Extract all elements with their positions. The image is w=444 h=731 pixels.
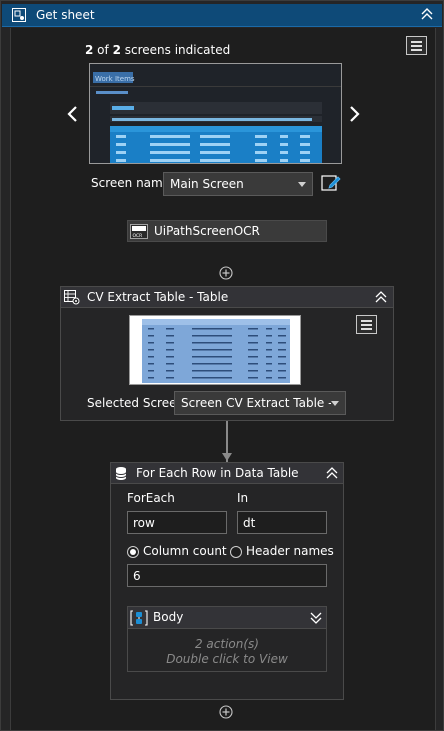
sequence-icon (130, 610, 148, 626)
column-count-input[interactable]: 6 (127, 564, 327, 587)
chevron-right-icon[interactable] (347, 105, 361, 123)
window-title: Get sheet (36, 8, 95, 22)
hamburger-menu-icon[interactable] (406, 36, 427, 55)
for-each-row-title: For Each Row in Data Table (136, 466, 299, 480)
database-icon (115, 467, 127, 480)
double-chevron-down-icon[interactable] (310, 612, 322, 624)
double-chevron-up-icon[interactable] (326, 467, 338, 479)
double-chevron-up-icon[interactable] (375, 291, 387, 303)
selected-screen-label: Selected Screen (87, 396, 185, 410)
screen-name-value: Main Screen (170, 177, 244, 191)
title-bar[interactable]: Get sheet (2, 4, 442, 27)
body-view-hint: Double click to View (166, 652, 288, 666)
screen-name-dropdown[interactable]: Main Screen (163, 172, 313, 196)
selected-screen-dropdown[interactable]: Screen CV Extract Table - Table (174, 391, 346, 415)
ocr-icon: OCR (130, 224, 148, 239)
in-label: In (237, 491, 249, 505)
cv-table-preview-thumbnail[interactable] (129, 315, 301, 385)
selected-screen-value: Screen CV Extract Table - Table (181, 396, 331, 410)
preview-title: Work Items (95, 75, 135, 83)
flow-arrow-icon (222, 453, 232, 461)
cv-table-icon (64, 290, 80, 305)
workflow-designer: Get sheet 2 of 2 screens indicated Work … (0, 0, 444, 731)
cv-extract-table-title: CV Extract Table - Table (87, 290, 229, 304)
screen-count-separator: of (93, 43, 113, 57)
column-count-label[interactable]: Column count (143, 544, 227, 558)
for-each-row-header[interactable]: For Each Row in Data Table (111, 463, 343, 484)
body-header[interactable]: Body (128, 607, 326, 629)
ocr-engine-label: UiPathScreenOCR (154, 224, 260, 238)
hamburger-menu-icon[interactable] (356, 315, 377, 334)
foreach-variable-input[interactable]: row (127, 511, 227, 534)
cv-preview-image (130, 316, 300, 384)
column-count-radio[interactable] (127, 546, 139, 558)
add-activity-icon[interactable] (219, 266, 233, 280)
header-names-radio[interactable] (230, 546, 242, 558)
body-sequence[interactable]: Body 2 action(s) Double click to View (127, 606, 327, 672)
foreach-label: ForEach (127, 491, 175, 505)
cv-extract-table-header[interactable]: CV Extract Table - Table (61, 287, 393, 308)
screen-scope-icon (12, 8, 26, 22)
ocr-icon-label: OCR (133, 233, 143, 239)
screen-count-total: 2 (112, 43, 121, 57)
double-chevron-up-icon[interactable] (420, 7, 434, 21)
body-action-count: 2 action(s) (194, 637, 259, 651)
edit-pencil-icon[interactable] (321, 174, 341, 192)
header-names-label[interactable]: Header names (246, 544, 334, 558)
in-datatable-input[interactable]: dt (237, 511, 327, 534)
chevron-left-icon[interactable] (66, 105, 80, 123)
screen-preview-thumbnail[interactable]: Work Items (89, 63, 342, 164)
chevron-down-icon (331, 401, 339, 406)
screen-count-suffix: screens indicated (120, 43, 231, 57)
add-activity-icon[interactable] (219, 705, 233, 719)
screen-name-label: Screen name (91, 176, 171, 190)
body-title: Body (153, 610, 184, 624)
ocr-engine-activity[interactable]: OCR UiPathScreenOCR (127, 220, 327, 242)
preview-image: Work Items (90, 64, 341, 163)
chevron-down-icon (298, 182, 306, 187)
screens-indicated-text: 2 of 2 screens indicated (85, 43, 230, 57)
